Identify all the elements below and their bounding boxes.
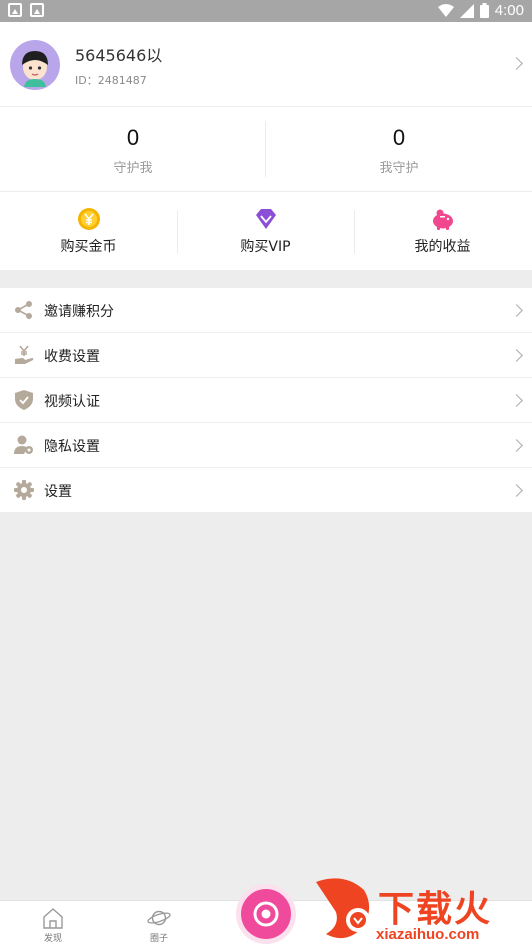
chevron-right-icon: [510, 304, 523, 317]
menu-item-label: 收费设置: [44, 349, 100, 365]
chevron-right-icon: [510, 394, 523, 407]
stat-label: 我守护: [379, 161, 419, 176]
action-label: 我的收益: [414, 239, 471, 255]
tab-circle[interactable]: 圈子: [129, 907, 189, 944]
wifi-icon: [437, 3, 454, 17]
menu-item-label: 邀请赚积分: [44, 304, 114, 320]
battery-icon: [479, 3, 489, 18]
buy-vip-button[interactable]: 购买VIP: [177, 192, 354, 270]
signal-icon: [459, 3, 474, 18]
notification-icons: [8, 3, 44, 17]
menu-item-invite[interactable]: 邀请赚积分: [0, 288, 532, 333]
system-icons: 4:00: [437, 2, 524, 19]
stat-value: 0: [126, 125, 140, 150]
share-icon: [15, 301, 32, 319]
action-label: 购买金币: [60, 239, 117, 255]
menu-item-label: 视频认证: [44, 394, 100, 410]
chevron-right-icon: [510, 57, 523, 70]
nickname: 5645646以: [75, 46, 163, 65]
menu-item-video-verify[interactable]: 视频认证: [0, 378, 532, 423]
watermark-url: xiazaihuo.com: [376, 926, 480, 943]
stat-value: 0: [392, 125, 406, 150]
action-label: 购买VIP: [240, 239, 291, 255]
settings-menu: 邀请赚积分 收费设置 视频认证 隐私设置 设置: [0, 288, 532, 513]
menu-item-label: 设置: [44, 484, 72, 500]
watermark: 下载火 xiazaihuo.com: [314, 876, 532, 946]
chevron-right-icon: [510, 439, 523, 452]
quick-actions: 购买金币 购买VIP 我的收益: [0, 192, 532, 270]
avatar-cartoon-icon: [22, 51, 48, 87]
image-notification-icon: [8, 3, 22, 17]
buy-coins-button[interactable]: 购买金币: [0, 192, 177, 270]
text-notification-icon: [30, 3, 44, 17]
gold-coin-icon: [78, 208, 100, 230]
watermark-title: 下载火: [378, 889, 493, 930]
menu-item-label: 隐私设置: [44, 439, 100, 455]
user-settings-icon: [14, 435, 33, 454]
profile-header[interactable]: 5645646以 ID：2481487: [0, 22, 532, 106]
avatar[interactable]: [10, 40, 60, 90]
yen-hand-icon: [15, 345, 34, 364]
status-bar: 4:00: [0, 0, 532, 22]
piggy-bank-icon: [433, 209, 453, 230]
guard-stats: 0 守护我 0 我守护: [0, 107, 532, 191]
my-earnings-button[interactable]: 我的收益: [354, 192, 531, 270]
gear-icon: [14, 480, 34, 500]
user-id: ID：2481487: [75, 74, 147, 87]
menu-item-settings[interactable]: 设置: [0, 468, 532, 513]
stat-label: 守护我: [113, 161, 153, 176]
fab-inner: [241, 889, 291, 939]
shield-check-icon: [15, 390, 33, 410]
chevron-right-icon: [510, 349, 523, 362]
chevron-right-icon: [510, 484, 523, 497]
target-icon: [253, 901, 279, 927]
diamond-icon: [256, 209, 276, 229]
clock: 4:00: [494, 2, 524, 19]
live-camera-button[interactable]: [236, 884, 296, 944]
tab-discover[interactable]: 发现: [23, 907, 83, 944]
menu-item-privacy[interactable]: 隐私设置: [0, 423, 532, 468]
tab-label: 发现: [43, 934, 62, 944]
tab-label: 圈子: [149, 934, 168, 944]
planet-icon: [147, 910, 171, 926]
stat-i-guard[interactable]: 0 我守护: [266, 107, 532, 191]
menu-item-fee-settings[interactable]: 收费设置: [0, 333, 532, 378]
stat-guard-me[interactable]: 0 守护我: [0, 107, 266, 191]
home-icon: [43, 908, 63, 929]
